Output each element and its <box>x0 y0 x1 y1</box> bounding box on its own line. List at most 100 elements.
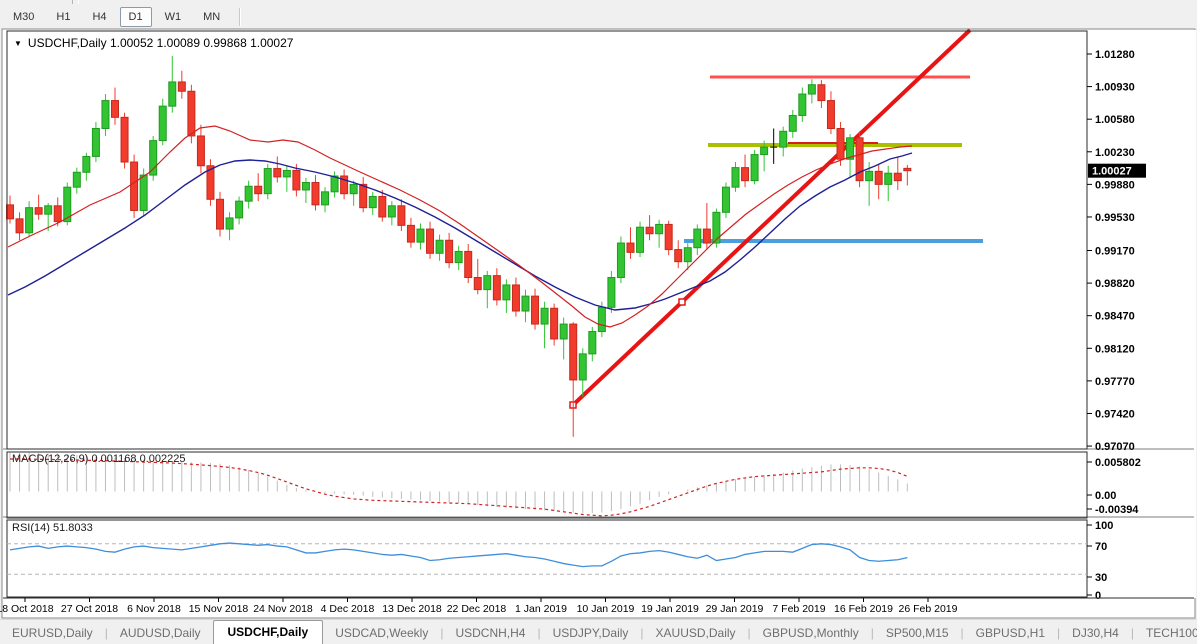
candle-body <box>360 184 367 207</box>
candle-body <box>26 208 33 233</box>
candle-body <box>283 170 290 177</box>
candle-body <box>417 229 424 242</box>
price-axis-label: 1.00580 <box>1095 114 1135 126</box>
candle-body <box>379 196 386 216</box>
chart-tab-gbpusd[interactable]: GBPUSD,H1 <box>964 622 1057 644</box>
candle-body <box>54 206 61 222</box>
candle-body <box>293 170 300 190</box>
candle-body <box>474 278 481 290</box>
candle-body <box>570 324 577 380</box>
candle-body <box>73 172 80 187</box>
candle-body <box>427 229 434 253</box>
candle-body <box>541 308 548 324</box>
candle-body <box>217 199 224 229</box>
rsi-pane[interactable] <box>7 520 1087 597</box>
price-axis-label: 0.97420 <box>1095 408 1135 420</box>
candle-body <box>694 229 701 248</box>
candle-body <box>245 186 252 201</box>
candle-body <box>894 173 901 180</box>
candle-body <box>7 205 14 219</box>
candle-body <box>226 218 233 229</box>
candle-body <box>589 332 596 354</box>
candle-body <box>197 136 204 166</box>
candle-body <box>665 224 672 249</box>
chart-tab-gbpusd[interactable]: GBPUSD,Monthly <box>751 622 871 644</box>
candle-body <box>646 227 653 234</box>
chart-dropdown-icon[interactable]: ▼ <box>14 39 22 48</box>
date-axis-label: 6 Nov 2018 <box>127 603 181 615</box>
candle-body <box>150 141 157 175</box>
candle-body <box>617 243 624 277</box>
chart-tab-usdcnh[interactable]: USDCNH,H4 <box>443 622 537 644</box>
candle-body <box>675 250 682 262</box>
rsi-axis-label: 100 <box>1095 520 1113 532</box>
chart-tab-eurusd[interactable]: EURUSD,Daily <box>0 622 105 644</box>
candle-body <box>236 201 243 218</box>
candle-body <box>92 129 99 157</box>
candle-body <box>312 183 319 205</box>
macd-axis-label: 0.00 <box>1095 490 1116 502</box>
rsi-axis-label: 0 <box>1095 590 1101 602</box>
candle-body <box>112 101 119 118</box>
chart-tab-usdjpy[interactable]: USDJPY,Daily <box>541 622 641 644</box>
candle-body <box>188 91 195 136</box>
chart-tab-tech100[interactable]: TECH100,H <box>1134 622 1197 644</box>
candle-body <box>322 192 329 205</box>
price-axis-label: 0.97070 <box>1095 441 1135 453</box>
date-axis-label: 29 Jan 2019 <box>706 603 764 615</box>
candle-body <box>102 101 109 129</box>
chart-tab-audusd[interactable]: AUDUSD,Daily <box>108 622 213 644</box>
price-axis-label: 0.98470 <box>1095 311 1135 323</box>
candle-body <box>121 117 128 162</box>
chart-title: ▼USDCHF,Daily 1.00052 1.00089 0.99868 1.… <box>14 36 293 50</box>
candle-body <box>16 219 23 233</box>
rsi-indicator-label: RSI(14) 51.8033 <box>12 522 93 534</box>
chart-tab-dj30[interactable]: DJ30,H4 <box>1060 622 1131 644</box>
candle-body <box>446 240 453 262</box>
date-axis-label: 10 Jan 2019 <box>577 603 635 615</box>
candle-body <box>751 155 758 181</box>
candle-body <box>131 162 138 210</box>
candle-body <box>866 171 873 180</box>
date-axis-label: 7 Feb 2019 <box>772 603 825 615</box>
date-axis-label: 15 Nov 2018 <box>189 603 249 615</box>
price-axis-label: 1.01280 <box>1095 49 1135 61</box>
candle-body <box>178 82 185 91</box>
candle-body <box>627 243 634 252</box>
chart-tab-usdchf[interactable]: USDCHF,Daily <box>213 620 324 644</box>
date-axis-label: 22 Dec 2018 <box>447 603 507 615</box>
candle-body <box>83 156 90 172</box>
candle-body <box>827 101 834 129</box>
candle-body <box>722 187 729 212</box>
candle-body <box>274 169 281 177</box>
candle-body <box>560 324 567 339</box>
candle-body <box>436 240 443 253</box>
candle-body <box>789 115 796 131</box>
chart-tab-xauusd[interactable]: XAUUSD,Daily <box>644 622 748 644</box>
candle-body <box>503 285 510 300</box>
candle-body <box>255 186 262 193</box>
candle-body <box>732 168 739 188</box>
date-axis-label: 26 Feb 2019 <box>899 603 958 615</box>
candle-body <box>169 82 176 106</box>
candle-body <box>713 212 720 243</box>
candle-body <box>780 131 787 147</box>
candle-body <box>388 206 395 217</box>
trendline-handle[interactable] <box>679 299 685 305</box>
candle-body <box>140 175 147 210</box>
candle-body <box>837 129 844 160</box>
chart-tab-bar: EURUSD,Daily|AUDUSD,DailyUSDCHF,DailyUSD… <box>0 619 1197 644</box>
price-axis-label: 0.98120 <box>1095 343 1135 355</box>
date-axis-label: 19 Jan 2019 <box>641 603 699 615</box>
candle-body <box>512 285 519 311</box>
chart-tab-usdcad[interactable]: USDCAD,Weekly <box>323 622 440 644</box>
candle-body <box>398 206 405 226</box>
macd-axis-label: 0.005802 <box>1095 457 1141 469</box>
candle-body <box>808 85 815 94</box>
chart-canvas[interactable]: 1.012801.009301.005801.002300.998800.995… <box>0 0 1197 644</box>
chart-tab-sp500[interactable]: SP500,M15 <box>874 622 961 644</box>
candle-body <box>264 169 271 194</box>
rsi-axis-label: 30 <box>1095 572 1107 584</box>
candle-body <box>818 85 825 101</box>
candle-body <box>532 296 539 324</box>
